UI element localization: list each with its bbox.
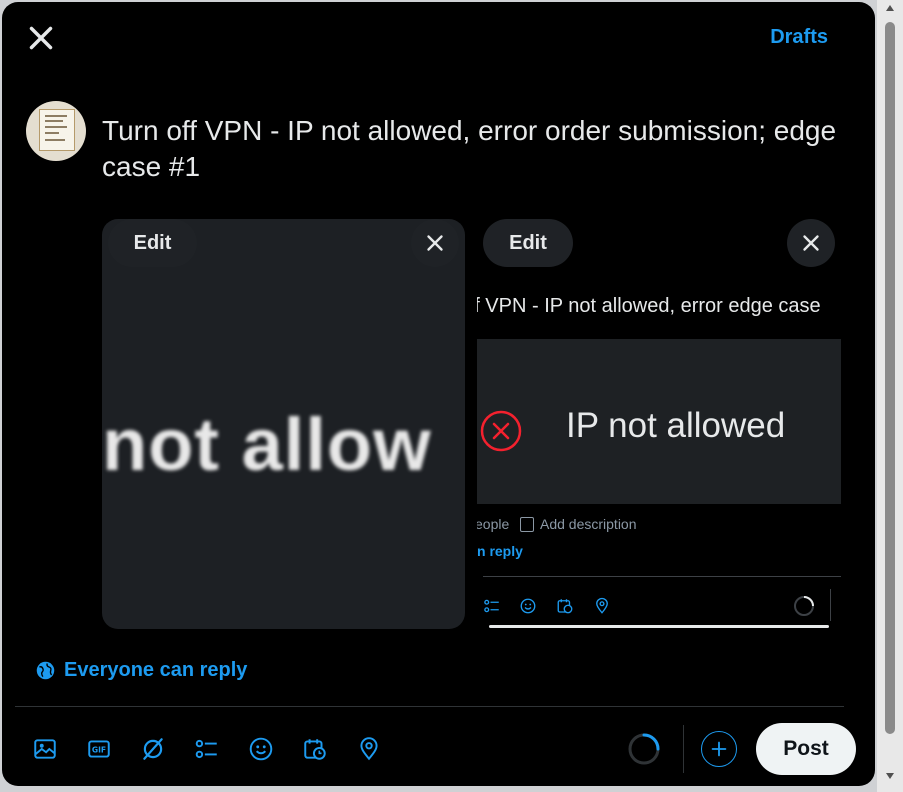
screenshot-people-text: eople: [477, 516, 510, 532]
screenshot-divider: [483, 576, 841, 577]
screenshot-error-panel: IP not allowed: [477, 339, 841, 504]
schedule-icon: [557, 599, 573, 614]
screenshot-add-description: Add description: [540, 516, 637, 532]
add-post-button[interactable]: [701, 731, 737, 767]
screenshot-vertical-divider: [830, 589, 831, 621]
post-button[interactable]: Post: [756, 723, 856, 775]
close-icon: [803, 235, 819, 251]
poll-icon: [195, 739, 217, 759]
avatar: [26, 101, 86, 161]
media-1-preview-text: not allow: [102, 403, 432, 486]
edit-media-2-button[interactable]: Edit: [483, 219, 573, 267]
progress-ring-icon: [794, 596, 814, 616]
add-gif-button[interactable]: GIF: [83, 733, 115, 765]
location-icon: [596, 597, 608, 614]
add-poll-button[interactable]: [191, 733, 223, 765]
location-icon: [360, 737, 378, 761]
media-attachment-2: ff VPN - IP not allowed, error edge case…: [477, 219, 841, 629]
toolbar-divider: [15, 706, 844, 707]
remove-media-2-button[interactable]: [787, 219, 835, 267]
toolbar-vertical-divider: [683, 725, 684, 773]
error-x-circle-icon: [480, 410, 522, 452]
grok-icon: [143, 738, 163, 760]
compose-modal: Drafts Turn off VPN - IP not allowed, er…: [2, 2, 875, 786]
plus-icon: [711, 741, 727, 757]
add-location-button[interactable]: [353, 733, 385, 765]
gif-icon: GIF: [88, 740, 110, 758]
media-attachment-1: not allow: [102, 219, 465, 629]
screenshot-bottom-line: [489, 625, 829, 628]
emoji-icon: [520, 598, 536, 614]
svg-text:GIF: GIF: [92, 745, 106, 754]
grok-button[interactable]: [137, 733, 169, 765]
poll-icon: [484, 599, 499, 613]
edit-media-1-button[interactable]: Edit: [108, 219, 197, 267]
close-icon: [29, 26, 53, 50]
description-icon: [520, 517, 534, 532]
emoji-icon: [249, 737, 273, 761]
close-button[interactable]: [22, 19, 60, 57]
drafts-link[interactable]: Drafts: [770, 26, 828, 49]
add-emoji-button[interactable]: [245, 733, 277, 765]
close-icon: [427, 235, 443, 251]
character-progress-ring: [628, 733, 660, 765]
add-media-button[interactable]: [29, 733, 61, 765]
scroll-up-arrow-icon[interactable]: [886, 5, 894, 11]
screenshot-error-text: IP not allowed: [566, 406, 786, 445]
schedule-button[interactable]: [299, 733, 331, 765]
schedule-icon: [304, 739, 326, 760]
scrollbar-thumb[interactable]: [885, 22, 895, 734]
reply-setting-button[interactable]: Everyone can reply: [35, 656, 247, 684]
scroll-down-arrow-icon[interactable]: [886, 773, 894, 779]
screenshot-reply-text: n reply: [477, 543, 523, 559]
image-icon: [34, 739, 56, 759]
remove-media-1-button[interactable]: [411, 219, 459, 267]
post-text-input[interactable]: Turn off VPN - IP not allowed, error ord…: [102, 113, 852, 185]
scrollbar[interactable]: [877, 0, 903, 792]
reply-setting-label: Everyone can reply: [64, 658, 248, 681]
certificate-image: [39, 109, 75, 151]
globe-icon: [36, 661, 55, 679]
screenshot-post-text: ff VPN - IP not allowed, error edge case: [477, 295, 821, 317]
